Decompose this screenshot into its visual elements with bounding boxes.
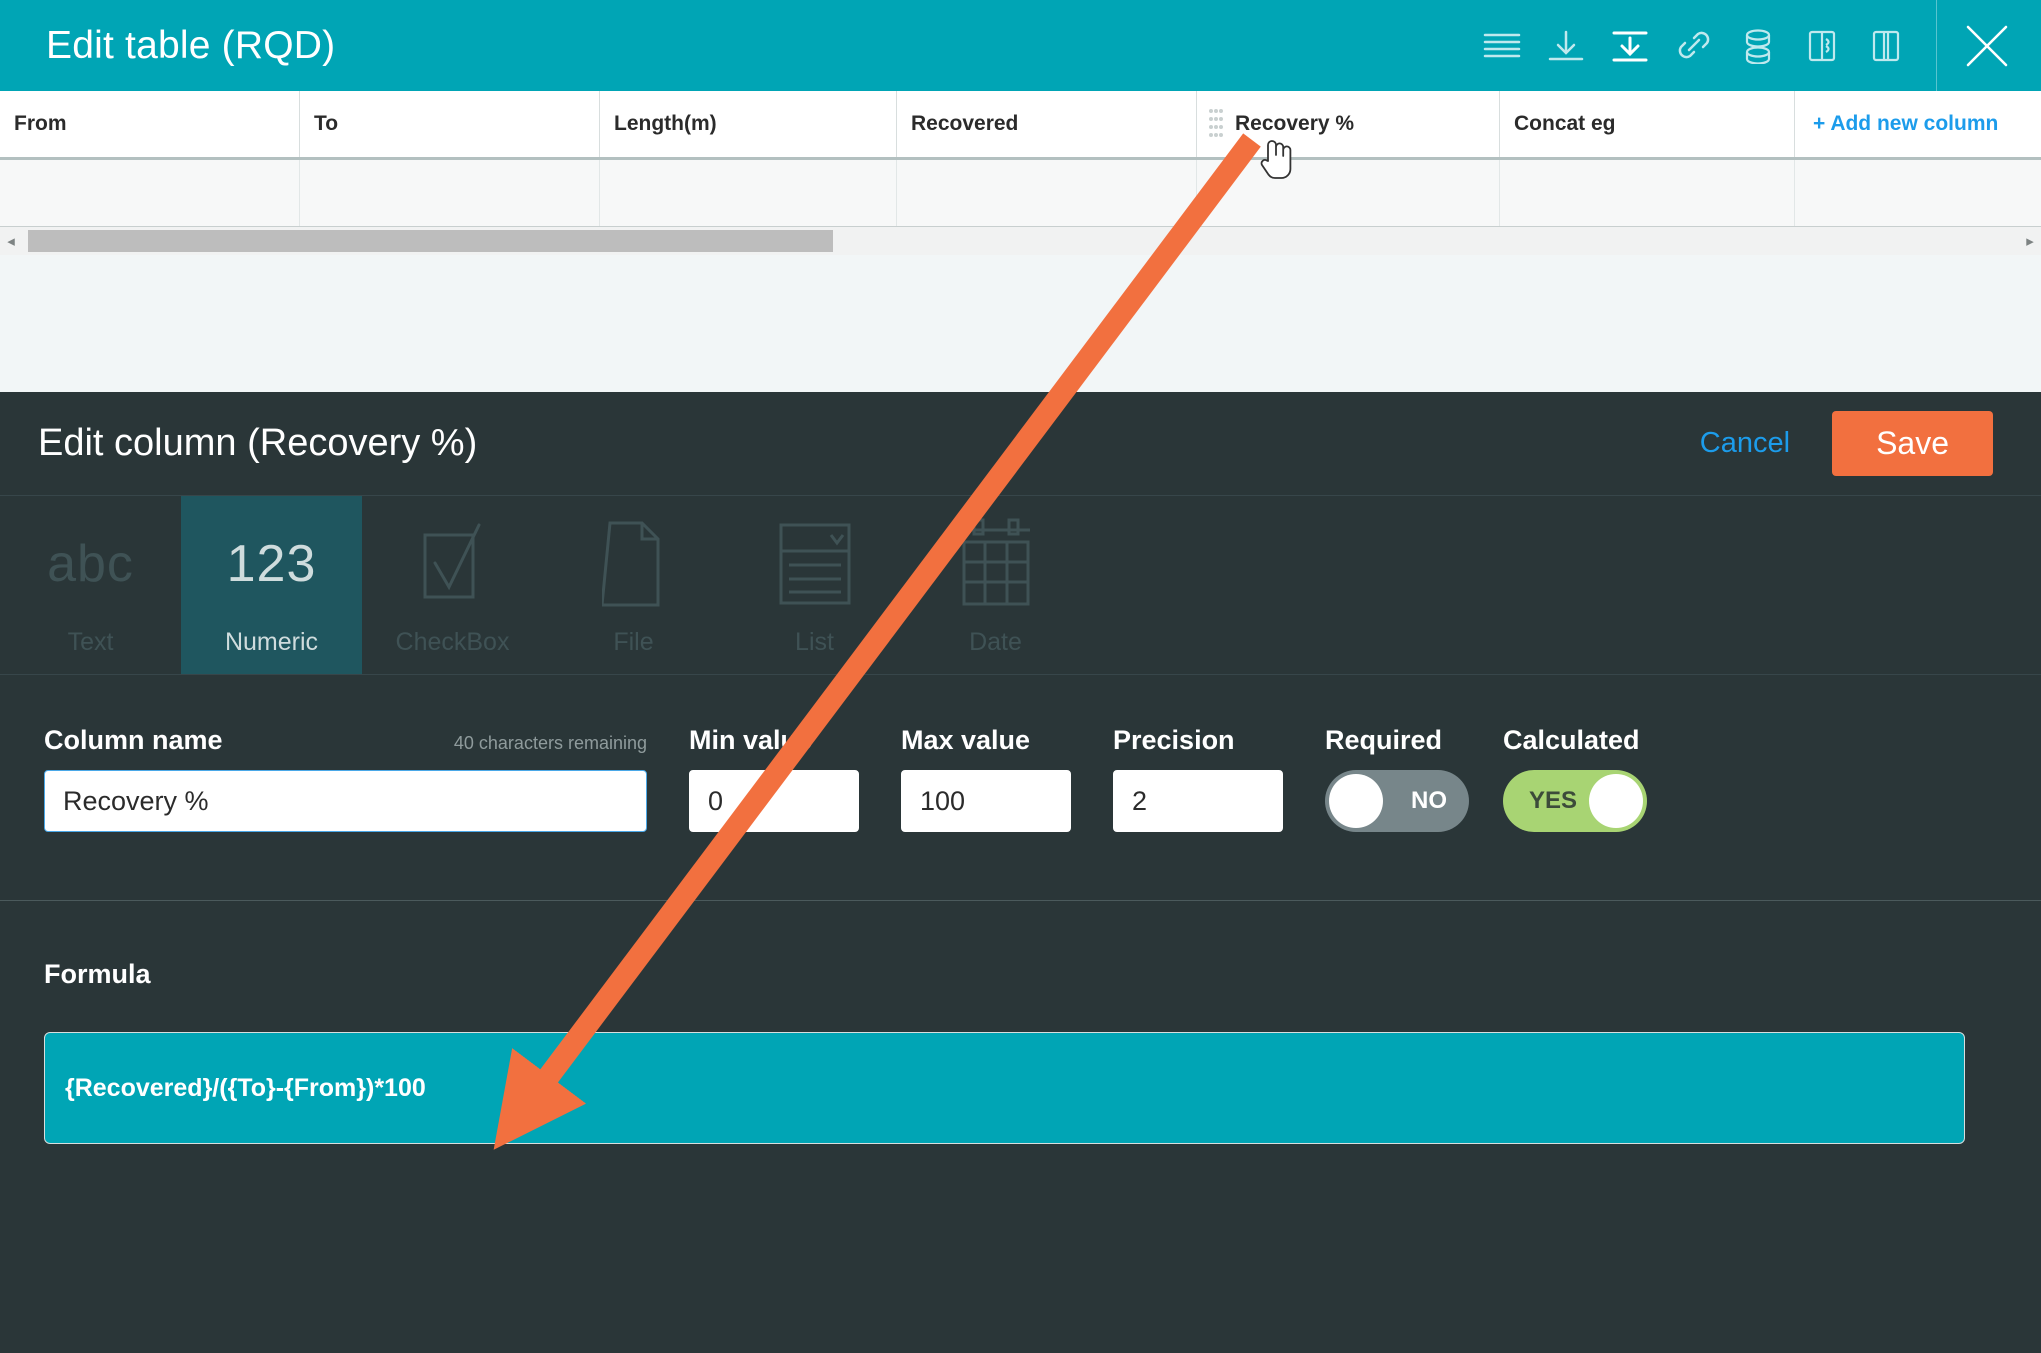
scrollbar-track[interactable]: [22, 227, 2019, 255]
scrollbar-thumb[interactable]: [28, 230, 833, 252]
column-header-length[interactable]: Length(m): [600, 91, 897, 157]
table-header-row: From To Length(m) Recovered Recovery % C…: [0, 91, 2041, 160]
precision-head: Precision: [1113, 725, 1283, 756]
max-value-label: Max value: [901, 725, 1031, 755]
abc-icon: abc: [47, 534, 134, 593]
formula-input[interactable]: {Recovered}/({To}-{From})*100: [44, 1032, 1965, 1144]
formula-label: Formula: [44, 959, 151, 989]
edit-column-title: Edit column (Recovery %): [38, 422, 478, 464]
column-name-input[interactable]: [44, 770, 647, 832]
edit-column-actions: Cancel Save: [1700, 411, 1993, 476]
download-icon[interactable]: [1536, 16, 1596, 76]
scroll-left-arrow-icon[interactable]: ◂: [0, 234, 22, 249]
min-value-input[interactable]: [689, 770, 859, 832]
formula-section: Formula {Recovered}/({To}-{From})*100: [0, 901, 2041, 1144]
table-cell-length[interactable]: [600, 160, 897, 226]
merge-columns-icon[interactable]: [1792, 16, 1852, 76]
precision-input[interactable]: [1113, 770, 1283, 832]
table-cell-blank: [1795, 160, 2041, 226]
import-icon[interactable]: [1600, 16, 1660, 76]
link-icon[interactable]: [1664, 16, 1724, 76]
save-button[interactable]: Save: [1832, 411, 1993, 476]
table-cell-recovered[interactable]: [897, 160, 1197, 226]
list-lines-icon[interactable]: [1472, 16, 1532, 76]
column-header-concat-eg[interactable]: Concat eg: [1500, 91, 1795, 157]
field-min-value: Min value: [689, 725, 859, 832]
table-cell-to[interactable]: [300, 160, 600, 226]
checkbox-icon: [417, 514, 489, 614]
table-cell-from[interactable]: [0, 160, 300, 226]
type-tile-date[interactable]: Date: [905, 496, 1086, 674]
table-cell-recovery-pct[interactable]: [1197, 160, 1500, 226]
max-value-input[interactable]: [901, 770, 1071, 832]
field-column-name: Column name 40 characters remaining: [44, 725, 647, 832]
edit-column-panel: Edit column (Recovery %) Cancel Save abc…: [0, 392, 2041, 1353]
type-label-checkbox: CheckBox: [395, 627, 510, 656]
toolbar: [1472, 0, 2041, 91]
required-toggle-knob: [1329, 774, 1383, 828]
column-properties-row: Column name 40 characters remaining Min …: [0, 675, 2041, 901]
type-label-numeric: Numeric: [224, 627, 319, 656]
field-calculated: Calculated YES: [1503, 725, 1683, 832]
calculated-label: Calculated: [1503, 725, 1640, 755]
column-name-label: Column name: [44, 725, 223, 755]
type-tile-numeric[interactable]: 123 Numeric: [181, 496, 362, 674]
field-required: Required NO: [1325, 725, 1503, 832]
calculated-toggle-knob: [1589, 774, 1643, 828]
data-table: From To Length(m) Recovered Recovery % C…: [0, 91, 2041, 228]
cancel-button[interactable]: Cancel: [1700, 427, 1790, 460]
column-name-head: Column name 40 characters remaining: [44, 725, 647, 756]
precision-label: Precision: [1113, 725, 1235, 755]
type-tile-checkbox[interactable]: CheckBox: [362, 496, 543, 674]
type-label-list: List: [795, 627, 834, 656]
required-toggle-value: NO: [1411, 787, 1447, 814]
split-columns-icon[interactable]: [1856, 16, 1916, 76]
file-icon: [601, 514, 666, 614]
table-row[interactable]: [0, 160, 2041, 228]
required-toggle[interactable]: NO: [1325, 770, 1469, 832]
column-header-to[interactable]: To: [300, 91, 600, 157]
database-icon[interactable]: [1728, 16, 1788, 76]
list-icon: [775, 514, 855, 614]
calculated-toggle[interactable]: YES: [1503, 770, 1647, 832]
calculated-head: Calculated: [1503, 725, 1683, 756]
min-value-label: Min value: [689, 725, 813, 755]
field-max-value: Max value: [901, 725, 1071, 832]
edit-column-header: Edit column (Recovery %) Cancel Save: [0, 392, 2041, 496]
close-icon[interactable]: [1947, 0, 2027, 91]
column-header-from[interactable]: From: [0, 91, 300, 157]
table-cell-concat-eg[interactable]: [1500, 160, 1795, 226]
formula-value: {Recovered}/({To}-{From})*100: [65, 1073, 426, 1102]
horizontal-scrollbar[interactable]: ◂ ▸: [0, 227, 2041, 256]
required-label: Required: [1325, 725, 1443, 755]
characters-remaining-hint: 40 characters remaining: [453, 733, 647, 753]
type-tile-file[interactable]: File: [543, 496, 724, 674]
min-value-head: Min value: [689, 725, 859, 756]
window-title-bar: Edit table (RQD): [0, 0, 2041, 91]
type-tile-list[interactable]: List: [724, 496, 905, 674]
add-new-column-button[interactable]: + Add new column: [1795, 91, 2041, 157]
page-title: Edit table (RQD): [46, 23, 336, 67]
calculated-toggle-value: YES: [1529, 787, 1578, 814]
toolbar-divider: [1936, 0, 1937, 91]
field-precision: Precision: [1113, 725, 1283, 832]
column-type-selector: abc Text 123 Numeric CheckBox File List …: [0, 496, 2041, 675]
type-label-date: Date: [969, 627, 1022, 656]
123-icon: 123: [226, 534, 317, 593]
column-header-recovered[interactable]: Recovered: [897, 91, 1197, 157]
required-head: Required: [1325, 725, 1503, 756]
type-tile-text[interactable]: abc Text: [0, 496, 181, 674]
type-label-file: File: [613, 627, 654, 656]
drag-handle-icon[interactable]: [1209, 107, 1223, 141]
type-label-text: Text: [67, 627, 114, 656]
empty-workspace-area: [0, 255, 2041, 392]
date-icon: [956, 514, 1036, 614]
max-value-head: Max value: [901, 725, 1071, 756]
scroll-right-arrow-icon[interactable]: ▸: [2019, 234, 2041, 249]
column-header-recovery-pct[interactable]: Recovery %: [1197, 91, 1500, 157]
